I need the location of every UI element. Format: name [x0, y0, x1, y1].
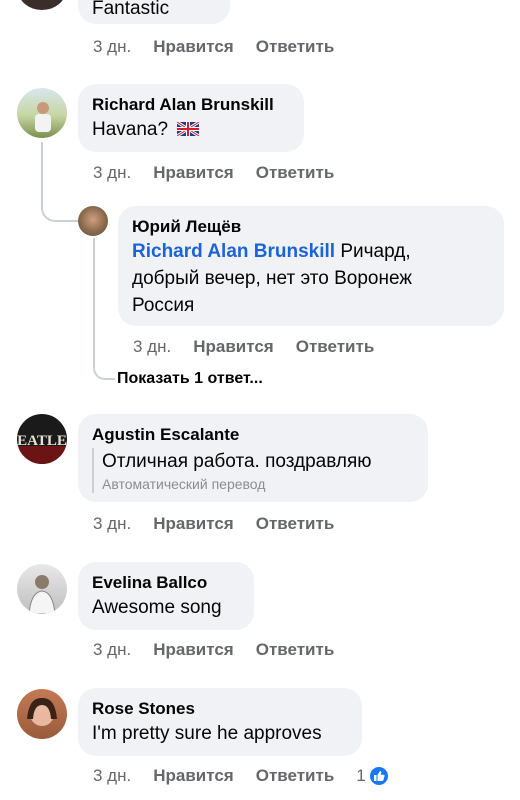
comment-actions: 3 дн. Нравится Ответить [93, 35, 334, 59]
avatar[interactable] [17, 689, 67, 739]
like-button[interactable]: Нравится [153, 514, 234, 534]
band-logo-icon: EATLE [17, 433, 67, 464]
avatar[interactable] [17, 88, 67, 138]
avatar[interactable] [17, 564, 67, 614]
avatar[interactable] [18, 0, 66, 10]
like-reaction-icon [368, 766, 389, 786]
comment-bubble: Agustin Escalante Отличная работа. поздр… [78, 414, 428, 502]
comment-time[interactable]: 3 дн. [93, 514, 131, 534]
comment-actions: 3 дн. Нравится Ответить 1 [93, 764, 389, 788]
comment-author[interactable]: Юрий Лещёв [132, 216, 490, 238]
comment-text-line: добрый вечер, нет это Воронеж [132, 268, 413, 289]
avatar[interactable]: EATLE [17, 414, 67, 464]
comment-author[interactable]: Rose Stones [92, 698, 348, 720]
like-button[interactable]: Нравится [153, 163, 234, 183]
uk-flag-icon [176, 120, 201, 138]
reply-button[interactable]: Ответить [256, 766, 335, 786]
reply-button[interactable]: Ответить [256, 163, 335, 183]
comment-author[interactable]: Richard Alan Brunskill [92, 94, 290, 116]
comment-text: Havana? [92, 119, 169, 140]
like-button[interactable]: Нравится [153, 37, 234, 57]
comment-bubble: Fantastic [78, 0, 230, 24]
comment-time[interactable]: 3 дн. [133, 337, 171, 357]
auto-translate-note[interactable]: Автоматический перевод [102, 475, 414, 493]
thread-line [93, 238, 115, 380]
person-photo-icon [27, 697, 57, 726]
comment-bubble: Richard Alan Brunskill Havana? [78, 84, 304, 152]
like-button[interactable]: Нравится [153, 640, 234, 660]
comment-time[interactable]: 3 дн. [93, 37, 131, 57]
comment-text: I'm pretty sure he approves [92, 723, 322, 744]
comment-time[interactable]: 3 дн. [93, 640, 131, 660]
comment-time[interactable]: 3 дн. [93, 766, 131, 786]
comment-author[interactable]: Evelina Ballco [92, 572, 240, 594]
person-photo-icon [28, 575, 56, 614]
comment-bubble: Rose Stones I'm pretty sure he approves [78, 688, 362, 756]
mention-link[interactable]: Richard Alan Brunskill [132, 241, 335, 262]
comment-actions: 3 дн. Нравится Ответить [133, 335, 374, 359]
reply-bubble: Юрий Лещёв Richard Alan Brunskill Ричард… [118, 206, 504, 326]
reaction-count[interactable]: 1 [356, 766, 389, 786]
comment-author[interactable]: Agustin Escalante [92, 424, 414, 446]
reply-button[interactable]: Ответить [296, 337, 375, 357]
comment-text: Fantastic [92, 0, 170, 19]
person-photo-icon [35, 102, 51, 132]
comment-actions: 3 дн. Нравится Ответить [93, 512, 334, 536]
comment-text: Awesome song [92, 597, 222, 618]
comment-text: Отличная работа. поздравляю [102, 451, 372, 472]
like-button[interactable]: Нравится [153, 766, 234, 786]
comment-text-block: Richard Alan Brunskill Ричард, добрый ве… [132, 238, 490, 319]
reaction-count-value: 1 [356, 766, 366, 785]
svg-text:EATLE: EATLE [17, 433, 67, 449]
comment-actions: 3 дн. Нравится Ответить [93, 638, 334, 662]
comment-text-line: Ричард, [340, 241, 411, 262]
avatar[interactable] [78, 206, 108, 236]
comment-time[interactable]: 3 дн. [93, 163, 131, 183]
reply-button[interactable]: Ответить [256, 37, 335, 57]
like-button[interactable]: Нравится [193, 337, 274, 357]
thread-line [41, 142, 79, 222]
comment-bubble: Evelina Ballco Awesome song [78, 562, 254, 630]
reply-button[interactable]: Ответить [256, 514, 335, 534]
translated-quote: Отличная работа. поздравляю Автоматическ… [92, 448, 414, 493]
comment-text-line: Россия [132, 295, 195, 316]
view-replies-link[interactable]: Показать 1 ответ... [117, 370, 263, 388]
comment-actions: 3 дн. Нравится Ответить [93, 161, 334, 185]
comment-text-row: Havana? [92, 116, 290, 143]
reply-button[interactable]: Ответить [256, 640, 335, 660]
